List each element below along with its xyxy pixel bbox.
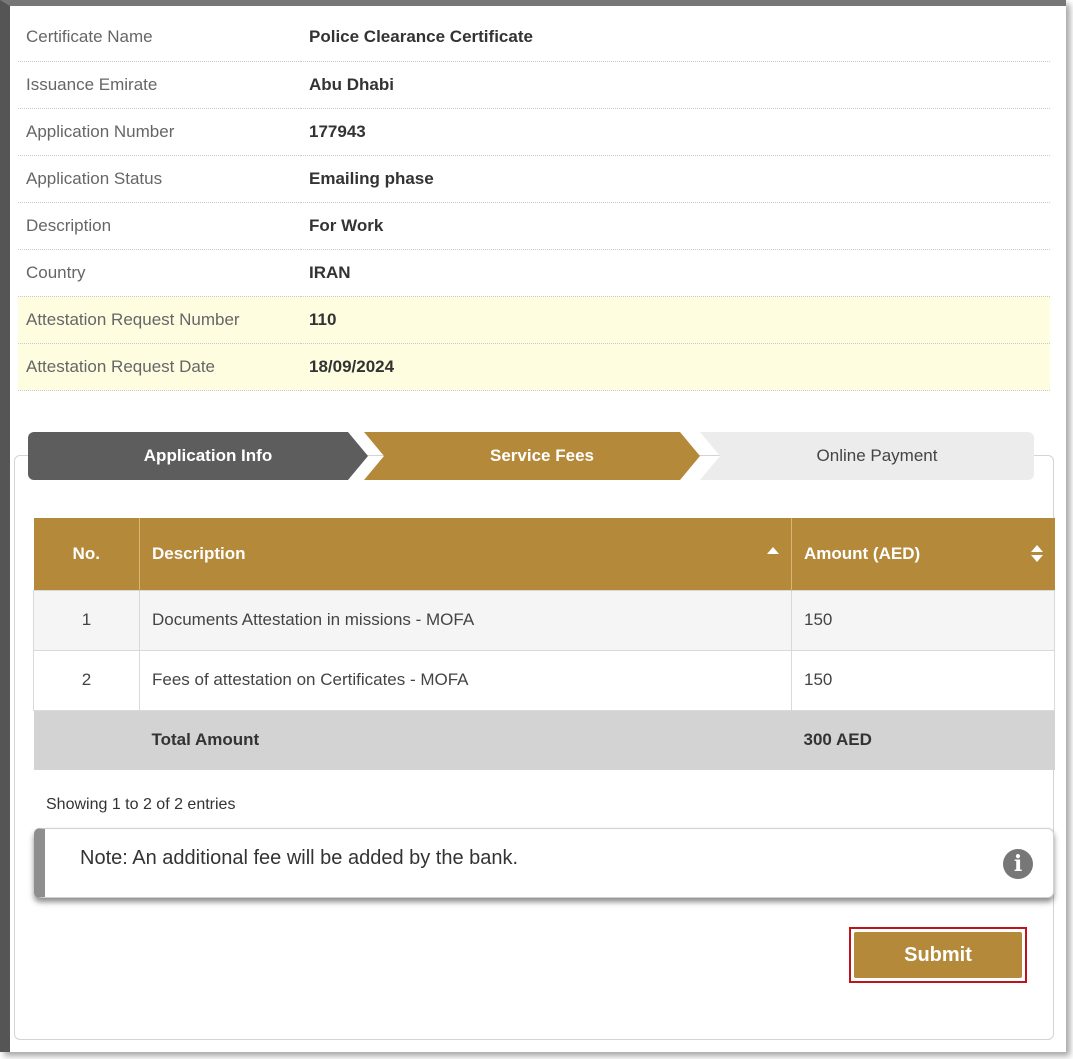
detail-label: Country <box>18 248 301 297</box>
detail-row-application-number: Application Number 177943 <box>18 107 1050 156</box>
table-row: 1 Documents Attestation in missions - MO… <box>33 589 1055 651</box>
detail-row-issuance-emirate: Issuance Emirate Abu Dhabi <box>18 60 1050 109</box>
detail-row-attestation-request-date: Attestation Request Date 18/09/2024 <box>18 342 1050 391</box>
detail-row-description: Description For Work <box>18 201 1050 250</box>
detail-row-country: Country IRAN <box>18 248 1050 297</box>
cell-no: 1 <box>33 589 140 651</box>
detail-value: Emailing phase <box>301 154 1050 203</box>
detail-row-certificate-name: Certificate Name Police Clearance Certif… <box>18 14 1050 62</box>
cell-amount: 150 <box>791 589 1055 651</box>
column-header-description-label: Description <box>152 543 246 563</box>
detail-value: For Work <box>301 201 1050 250</box>
total-label: Total Amount <box>139 710 792 770</box>
detail-value: 110 <box>301 295 1050 344</box>
note-box: Note: An additional fee will be added by… <box>34 828 1054 898</box>
detail-value: 18/09/2024 <box>301 342 1050 391</box>
step-online-payment[interactable]: Online Payment <box>700 432 1034 480</box>
step-service-fees[interactable]: Service Fees <box>364 432 700 480</box>
fees-table: No. Description Amount (AED) 1 Documents… <box>33 518 1055 770</box>
cell-no: 2 <box>33 649 140 711</box>
detail-row-attestation-request-number: Attestation Request Number 110 <box>18 295 1050 344</box>
column-header-amount-label: Amount (AED) <box>804 543 921 563</box>
sort-ascending-icon[interactable] <box>767 547 779 554</box>
cell-description: Documents Attestation in missions - MOFA <box>139 589 792 651</box>
total-amount: 300 AED <box>791 710 1055 770</box>
cell-amount: 150 <box>791 649 1055 711</box>
step-label: Online Payment <box>816 446 938 465</box>
cell-description: Fees of attestation on Certificates - MO… <box>139 649 792 711</box>
detail-label: Attestation Request Number <box>18 295 301 344</box>
detail-label: Application Number <box>18 107 301 156</box>
step-label: Application Info <box>143 446 273 465</box>
step-label: Service Fees <box>490 446 594 465</box>
total-empty-cell <box>33 710 140 770</box>
detail-value: Police Clearance Certificate <box>301 14 1050 62</box>
column-header-no: No. <box>33 518 140 590</box>
table-row: 2 Fees of attestation on Certificates - … <box>33 649 1055 711</box>
detail-label: Attestation Request Date <box>18 342 301 391</box>
column-header-amount[interactable]: Amount (AED) <box>791 518 1055 590</box>
submit-button-highlight: Submit <box>849 927 1027 983</box>
column-header-description[interactable]: Description <box>139 518 792 590</box>
table-info-text: Showing 1 to 2 of 2 entries <box>46 796 236 813</box>
detail-value: IRAN <box>301 248 1050 297</box>
total-row: Total Amount 300 AED <box>33 710 1055 770</box>
wizard-steps: Application Info Service Fees Online Pay… <box>28 432 1034 480</box>
submit-button[interactable]: Submit <box>854 932 1022 978</box>
detail-row-application-status: Application Status Emailing phase <box>18 154 1050 203</box>
detail-label: Issuance Emirate <box>18 60 301 109</box>
fees-table-header: No. Description Amount (AED) <box>33 518 1055 590</box>
detail-value: 177943 <box>301 107 1050 156</box>
info-icon: i <box>1003 849 1033 879</box>
detail-label: Description <box>18 201 301 250</box>
detail-label: Application Status <box>18 154 301 203</box>
detail-value: Abu Dhabi <box>301 60 1050 109</box>
note-text: Note: An additional fee will be added by… <box>80 847 519 869</box>
detail-label: Certificate Name <box>18 14 301 62</box>
sort-icon[interactable] <box>1030 545 1043 563</box>
step-application-info[interactable]: Application Info <box>28 432 368 480</box>
application-details-table: Certificate Name Police Clearance Certif… <box>18 14 1050 391</box>
